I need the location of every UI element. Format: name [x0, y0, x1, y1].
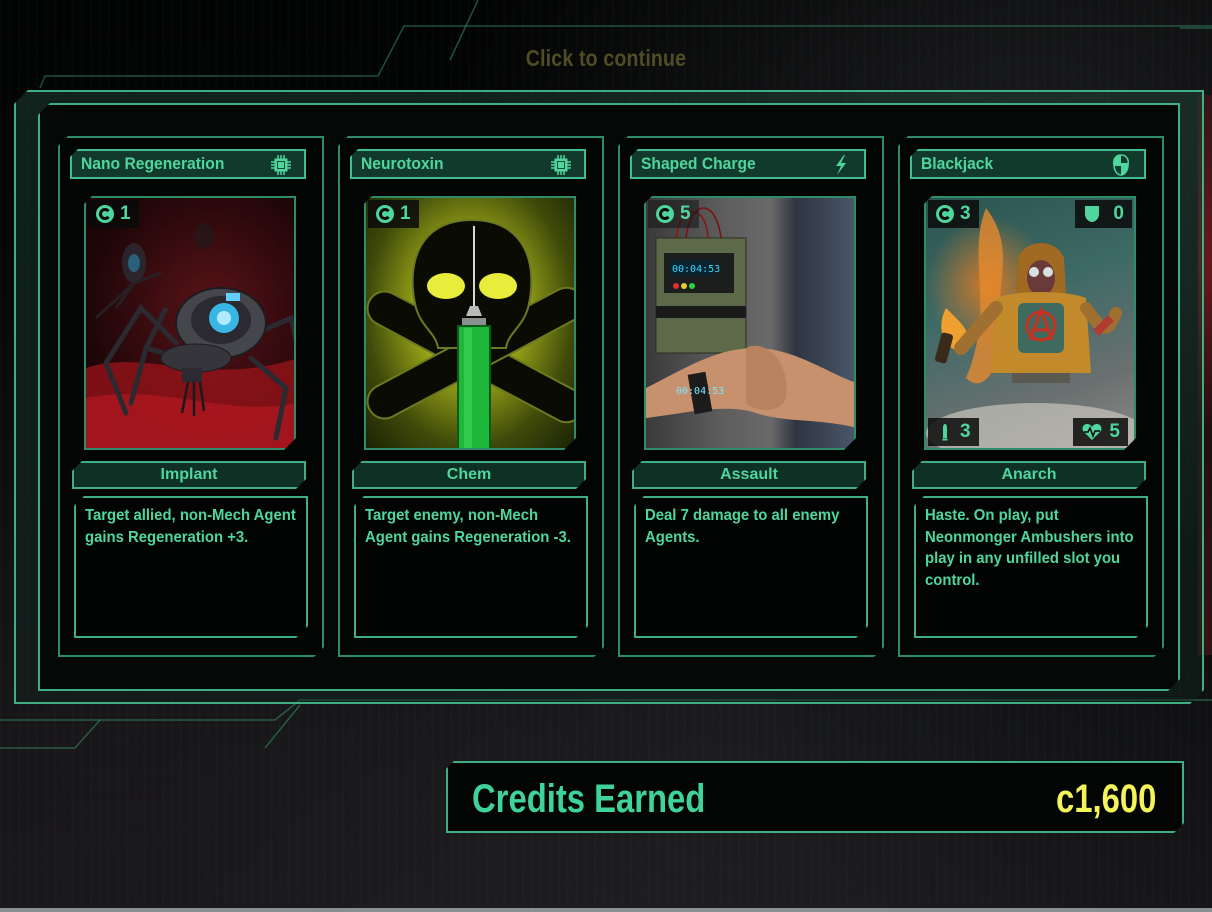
lightning-icon — [830, 154, 852, 176]
credit-icon — [656, 205, 674, 223]
attack-badge: 3 — [928, 418, 979, 446]
card-description-text: Target enemy, non-Mech Agent gains Regen… — [365, 507, 571, 546]
cost-badge: 1 — [88, 200, 139, 228]
card-name: Neurotoxin — [361, 154, 444, 173]
attack-value: 3 — [960, 421, 971, 442]
chip-icon — [270, 154, 292, 176]
nano-spider-illustration — [86, 198, 296, 450]
cost-value: 1 — [120, 203, 131, 224]
credit-icon — [936, 205, 954, 223]
shield-icon — [1083, 205, 1101, 223]
card-description-text: Target allied, non-Mech Agent gains Rege… — [85, 507, 296, 546]
cost-value: 5 — [680, 203, 691, 224]
health-value: 5 — [1109, 421, 1120, 442]
agent-head-icon — [1110, 154, 1132, 176]
card-description: Target enemy, non-Mech Agent gains Regen… — [354, 496, 588, 638]
card-type-label: Assault — [632, 461, 866, 489]
credits-earned-panel: Credits Earned c1,600 — [446, 761, 1184, 833]
armor-value: 0 — [1113, 203, 1124, 224]
card-title-bar: Neurotoxin — [350, 149, 586, 179]
heart-pulse-icon — [1081, 423, 1103, 441]
credits-earned-value: c1,600 — [1055, 777, 1156, 821]
card-description: Target allied, non-Mech Agent gains Rege… — [74, 496, 308, 638]
wrist-timer-readout: 00:04:53 — [676, 386, 724, 397]
card-art-anarchist: 3 0 3 5 — [924, 196, 1136, 450]
card-nano-regeneration[interactable]: Nano Regeneration 1 Implant Target allie… — [58, 136, 324, 657]
cost-badge: 3 — [928, 200, 979, 228]
card-neurotoxin[interactable]: Neurotoxin 1 Chem Target enemy, non-Mech… — [338, 136, 604, 657]
credit-icon — [96, 205, 114, 223]
card-type-label: Anarch — [912, 461, 1146, 489]
card-title-bar: Shaped Charge — [630, 149, 866, 179]
cost-badge: 1 — [368, 200, 419, 228]
card-description-text: Deal 7 damage to all enemy Agents. — [645, 507, 840, 546]
anarchist-illustration — [926, 198, 1136, 450]
chip-icon — [550, 154, 572, 176]
cost-badge: 5 — [648, 200, 699, 228]
skull-syringe-illustration — [366, 198, 576, 450]
screen-bottom-edge — [0, 908, 1212, 912]
card-description: Haste. On play, put Neonmonger Ambushers… — [914, 496, 1148, 638]
bullet-icon — [936, 423, 954, 441]
click-to-continue-prompt[interactable]: Click to continue — [91, 45, 1121, 72]
bomb-timer-illustration: 00:04:53 00:04:53 — [646, 198, 856, 450]
card-title-bar: Nano Regeneration — [70, 149, 306, 179]
card-title-bar: Blackjack — [910, 149, 1146, 179]
card-art-bomb-timer: 00:04:53 00:04:53 5 — [644, 196, 856, 450]
card-type-label: Implant — [72, 461, 306, 489]
credits-earned-label: Credits Earned — [472, 777, 706, 821]
health-badge: 5 — [1073, 418, 1128, 446]
card-description-text: Haste. On play, put Neonmonger Ambushers… — [925, 507, 1134, 589]
bomb-timer-readout: 00:04:53 — [672, 264, 720, 275]
credit-icon — [376, 205, 394, 223]
card-name: Shaped Charge — [641, 154, 756, 173]
card-art-skull-syringe: 1 — [364, 196, 576, 450]
card-shaped-charge[interactable]: Shaped Charge 00:04:53 00:04:53 5 Assaul… — [618, 136, 884, 657]
cost-value: 3 — [960, 203, 971, 224]
card-name: Nano Regeneration — [81, 154, 225, 173]
card-description: Deal 7 damage to all enemy Agents. — [634, 496, 868, 638]
armor-badge: 0 — [1075, 200, 1132, 228]
card-type-label: Chem — [352, 461, 586, 489]
card-art-nano-spider: 1 — [84, 196, 296, 450]
card-blackjack[interactable]: Blackjack 3 0 3 5 Anarch Haste. On play,… — [898, 136, 1164, 657]
cost-value: 1 — [400, 203, 411, 224]
card-name: Blackjack — [921, 154, 994, 173]
